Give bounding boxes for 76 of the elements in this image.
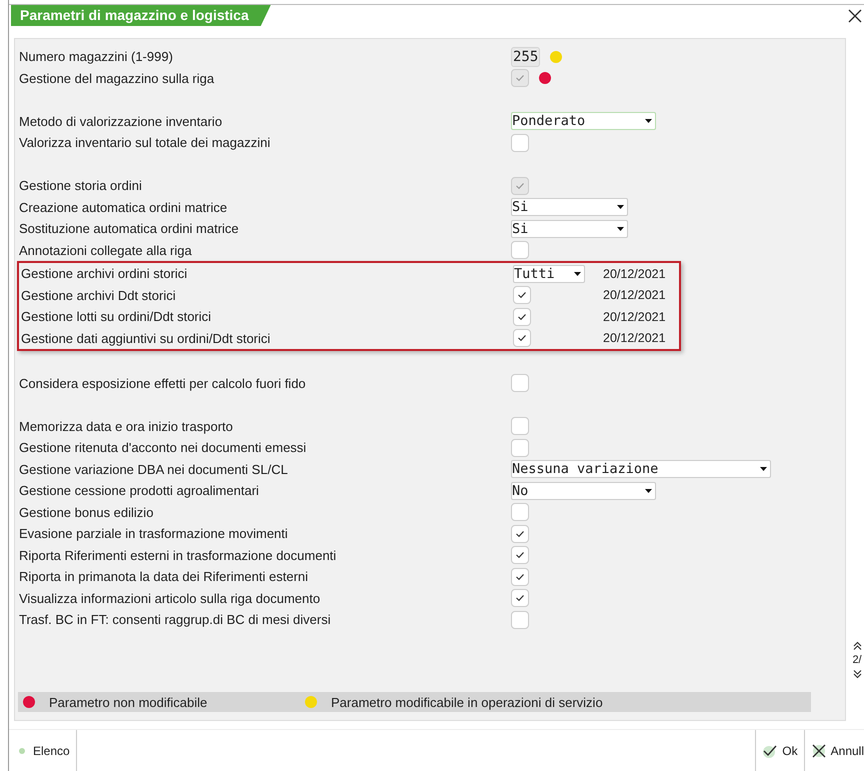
checkbox[interactable] — [513, 286, 531, 304]
date-text: 20/12/2021 — [603, 266, 667, 281]
window-title: Parametri di magazzino e logistica — [11, 5, 271, 26]
field-label: Memorizza data e ora inizio trasporto — [19, 418, 234, 434]
dropdown[interactable]: Ponderato — [511, 112, 656, 130]
checkbox[interactable] — [511, 438, 529, 457]
legend-label: Parametro non modificabile — [49, 694, 208, 710]
field-label: Creazione automatica ordini matrice — [19, 200, 228, 215]
dropdown[interactable]: Tutti — [513, 264, 585, 283]
close-icon[interactable] — [848, 9, 862, 23]
field-label: Gestione cessione prodotti agroalimentari — [19, 483, 260, 498]
field-label: Gestione del magazzino sulla riga — [19, 70, 216, 86]
check-icon — [762, 744, 778, 758]
scroll-up-icon[interactable] — [852, 641, 862, 650]
field-label: Gestione lotti su ordini/Ddt storici — [21, 309, 212, 324]
page-indicator: 2/ — [852, 654, 862, 666]
check-icon — [517, 291, 527, 300]
check-icon — [515, 530, 525, 538]
field-label: Gestione archivi ordini storici — [21, 266, 188, 282]
date-text: 20/12/2021 — [603, 288, 667, 302]
field-label: Annotazioni collegate alla riga — [19, 242, 193, 258]
ok-button[interactable]: Ok — [755, 730, 804, 771]
field-label: Valorizza inventario sul totale dei magazzini — [19, 135, 272, 150]
checkbox[interactable] — [511, 374, 529, 392]
checkbox[interactable] — [511, 417, 529, 436]
dropdown[interactable]: Si — [511, 198, 628, 216]
field-label: Gestione dati aggiuntivi su ordini/Ddt storici — [21, 330, 272, 346]
list-button[interactable]: Elenco — [9, 730, 77, 771]
checkbox[interactable] — [511, 524, 529, 543]
field-label: Riporta in primanota la data dei Riferimenti esterni — [19, 569, 310, 584]
close-icon — [810, 742, 827, 758]
caret-icon — [760, 467, 767, 472]
checkbox[interactable] — [513, 329, 531, 348]
check-icon — [515, 551, 525, 560]
field-label: Gestione storia ordini — [19, 178, 143, 194]
field-label: Riporta Riferimenti esterni in trasformazione documenti — [19, 548, 338, 563]
check-icon — [515, 182, 525, 190]
field-label: Gestione ritenuta d'acconto nei documenti emessi — [19, 440, 308, 456]
status-dot — [19, 748, 25, 754]
field-label: Trasf. BC in FT: consenti raggrup.di BC di mesi diversi — [19, 612, 332, 628]
caret-icon — [645, 488, 652, 493]
field-label: Gestione bonus edilizio — [19, 504, 154, 520]
number-field[interactable]: 255 — [511, 46, 540, 67]
scroll-down-icon[interactable] — [852, 670, 862, 679]
field-label: Evasione parziale in trasformazione movimenti — [19, 526, 289, 542]
check-icon — [517, 312, 527, 321]
legend-label: Parametro modificabile in operazioni di servizio — [331, 694, 603, 710]
checkbox[interactable] — [511, 241, 529, 260]
checkbox[interactable] — [511, 589, 529, 608]
field-label: Metodo di valorizzazione inventario — [19, 114, 224, 129]
checkbox[interactable] — [511, 610, 529, 629]
caret-icon — [617, 226, 624, 231]
date-text: 20/12/2021 — [603, 331, 667, 346]
cancel-button[interactable]: Annull — [804, 730, 864, 771]
check-icon — [515, 594, 525, 602]
checkbox[interactable] — [511, 568, 529, 586]
caret-icon — [574, 272, 581, 276]
caret-icon — [645, 119, 652, 124]
checkbox[interactable] — [513, 308, 531, 326]
field-label: Considera esposizione effetti per calcolo fuori fido — [19, 376, 307, 391]
caret-icon — [617, 205, 624, 210]
checkbox[interactable] — [511, 546, 529, 564]
date-text: 20/12/2021 — [603, 310, 667, 324]
field-label: Sostituzione automatica ordini matrice — [19, 221, 240, 236]
field-label: Numero magazzini (1-999) — [19, 49, 174, 64]
field-label: Gestione archivi Ddt storici — [21, 288, 177, 303]
checkbox[interactable] — [511, 503, 529, 522]
field-label: Gestione variazione DBA nei documenti SL/CL — [19, 462, 289, 477]
dropdown[interactable]: No — [511, 482, 656, 500]
check-icon — [515, 74, 525, 82]
checkbox[interactable] — [511, 134, 529, 152]
field-label: Visualizza informazioni articolo sulla riga documento — [19, 590, 322, 606]
check-icon — [517, 334, 527, 342]
check-icon — [515, 572, 525, 581]
dropdown[interactable]: Si — [511, 220, 628, 238]
dropdown[interactable]: Nessuna variazione — [511, 460, 771, 478]
